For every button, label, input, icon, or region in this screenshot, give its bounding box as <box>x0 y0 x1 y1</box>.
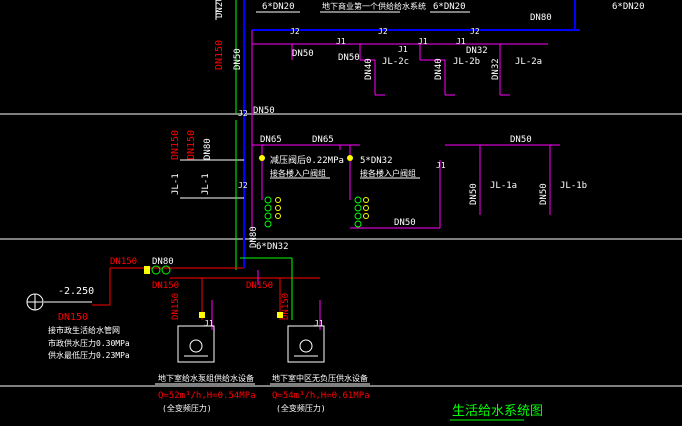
dn150-inlet-b-label: DN150 <box>58 312 88 323</box>
pump-set-1 <box>177 325 215 363</box>
upper-dn32-label: DN32 <box>466 46 488 56</box>
jl1-left-b-label: JL-1 <box>201 173 211 195</box>
pump-internals <box>184 339 318 357</box>
dn150-inlet-label: DN150 <box>110 257 137 267</box>
red-dn150-b: DN150 <box>186 130 197 160</box>
top-right-dn20-label: 6*DN20 <box>433 2 466 12</box>
press-note2-label: 5*DN32 <box>360 156 393 166</box>
dn65-b-label: DN65 <box>312 135 334 145</box>
top-section <box>215 0 580 250</box>
jl1-left-label: JL-1 <box>171 173 181 195</box>
plumbing-system-diagram: DN20 6*DN20 地下商业第一个供给给水系统 6*DN20 6*DN20 … <box>0 0 682 421</box>
press-note-label: 减压阀后0.22MPa <box>270 154 344 166</box>
upper-j1-a: J1 <box>336 37 346 46</box>
note-6dn32-label: 6*DN32 <box>256 242 289 252</box>
inlet-desc2: 市政供水压力0.30MPa <box>48 338 130 348</box>
middle-pipes <box>180 120 560 270</box>
inlet-desc3: 供水最低压力0.23MPa <box>48 350 130 360</box>
top-right-corner-label: 6*DN20 <box>612 2 645 12</box>
elev-label: -2.250 <box>58 286 94 297</box>
j2-label-a: J2 <box>290 27 300 36</box>
dn50-bottom-label: DN50 <box>394 218 416 228</box>
desc-b-label: 接各楼入户阀组 <box>360 168 416 178</box>
pump1-spec: Q=52m³/h,H=0.54MPa <box>158 391 256 401</box>
j2-label-b: J2 <box>378 27 388 36</box>
dn80-valve-label: DN80 <box>152 257 174 267</box>
jl-2b-label: JL-2b <box>453 57 480 67</box>
top-desc-label: 地下商业第一个供给给水系统 <box>322 1 426 11</box>
dn32-vert-label: DN32 <box>491 58 501 80</box>
red-dn150-a: DN150 <box>170 130 181 160</box>
j1-right-label: J1 <box>436 161 446 170</box>
upper-dn50-b-label: DN50 <box>338 53 360 63</box>
dn40-b-label: DN40 <box>434 58 444 80</box>
dn150-pump-a-label: DN150 <box>171 293 181 320</box>
dn40-a-label: DN40 <box>364 58 374 80</box>
upper-j1-d: J1 <box>456 37 466 46</box>
jl-1b-label: JL-1b <box>560 181 587 191</box>
red-riser-label: DN150 <box>214 40 225 70</box>
jl-1a-label: JL-1a <box>490 181 517 191</box>
desc-a-label: 接各楼入户阀组 <box>270 168 326 178</box>
jl-2c-label: JL-2c <box>382 57 409 67</box>
valve-yellow-2 <box>347 155 353 161</box>
j2-mid-b-label: J2 <box>238 181 248 190</box>
jl-2a-label: JL-2a <box>515 57 542 67</box>
pump-set-2 <box>287 325 325 363</box>
pump2-note: (全变频压力) <box>276 403 326 413</box>
upper-main-dn-label: DN50 <box>233 48 243 70</box>
pump2-title: 地下室中区无负压供水设备 <box>272 373 368 383</box>
j1-pump-b-label: J1 <box>314 319 324 328</box>
valve-yellow-1 <box>259 155 265 161</box>
pump1-note: (全变频压力) <box>162 403 212 413</box>
inlet-desc1: 接市政生活给水管网 <box>48 325 120 335</box>
dn50-right-label: DN50 <box>510 135 532 145</box>
inlet-valves <box>144 265 171 275</box>
dn65-label: DN65 <box>260 135 282 145</box>
white-dn80-label: DN80 <box>203 138 213 160</box>
dn50-mid-label: DN50 <box>253 106 275 116</box>
dn50-vert-a-label: DN50 <box>469 183 479 205</box>
upper-j1-b: J1 <box>398 45 408 54</box>
diagram-title: 生活给水系统图 <box>452 404 543 419</box>
dn150-valve-label: DN150 <box>152 281 179 291</box>
dn150-right-label: DN150 <box>246 281 273 291</box>
pump2-spec: Q=54m³/h,H=0.61MPa <box>272 391 370 401</box>
j2-label-c: J2 <box>470 27 480 36</box>
dn50-vert-b-label: DN50 <box>539 183 549 205</box>
top-right-dn80-label: DN80 <box>530 13 552 23</box>
top-note-label: 6*DN20 <box>262 2 295 12</box>
j1-pump-label: J1 <box>204 319 214 328</box>
upper-j1-c: J1 <box>418 37 428 46</box>
upper-dn50-label: DN50 <box>292 49 314 59</box>
j2-mid-label: J2 <box>238 109 248 118</box>
pump1-title: 地下室给水泵组供给水设备 <box>158 373 254 383</box>
top-riser-dn-label: DN20 <box>215 0 225 18</box>
